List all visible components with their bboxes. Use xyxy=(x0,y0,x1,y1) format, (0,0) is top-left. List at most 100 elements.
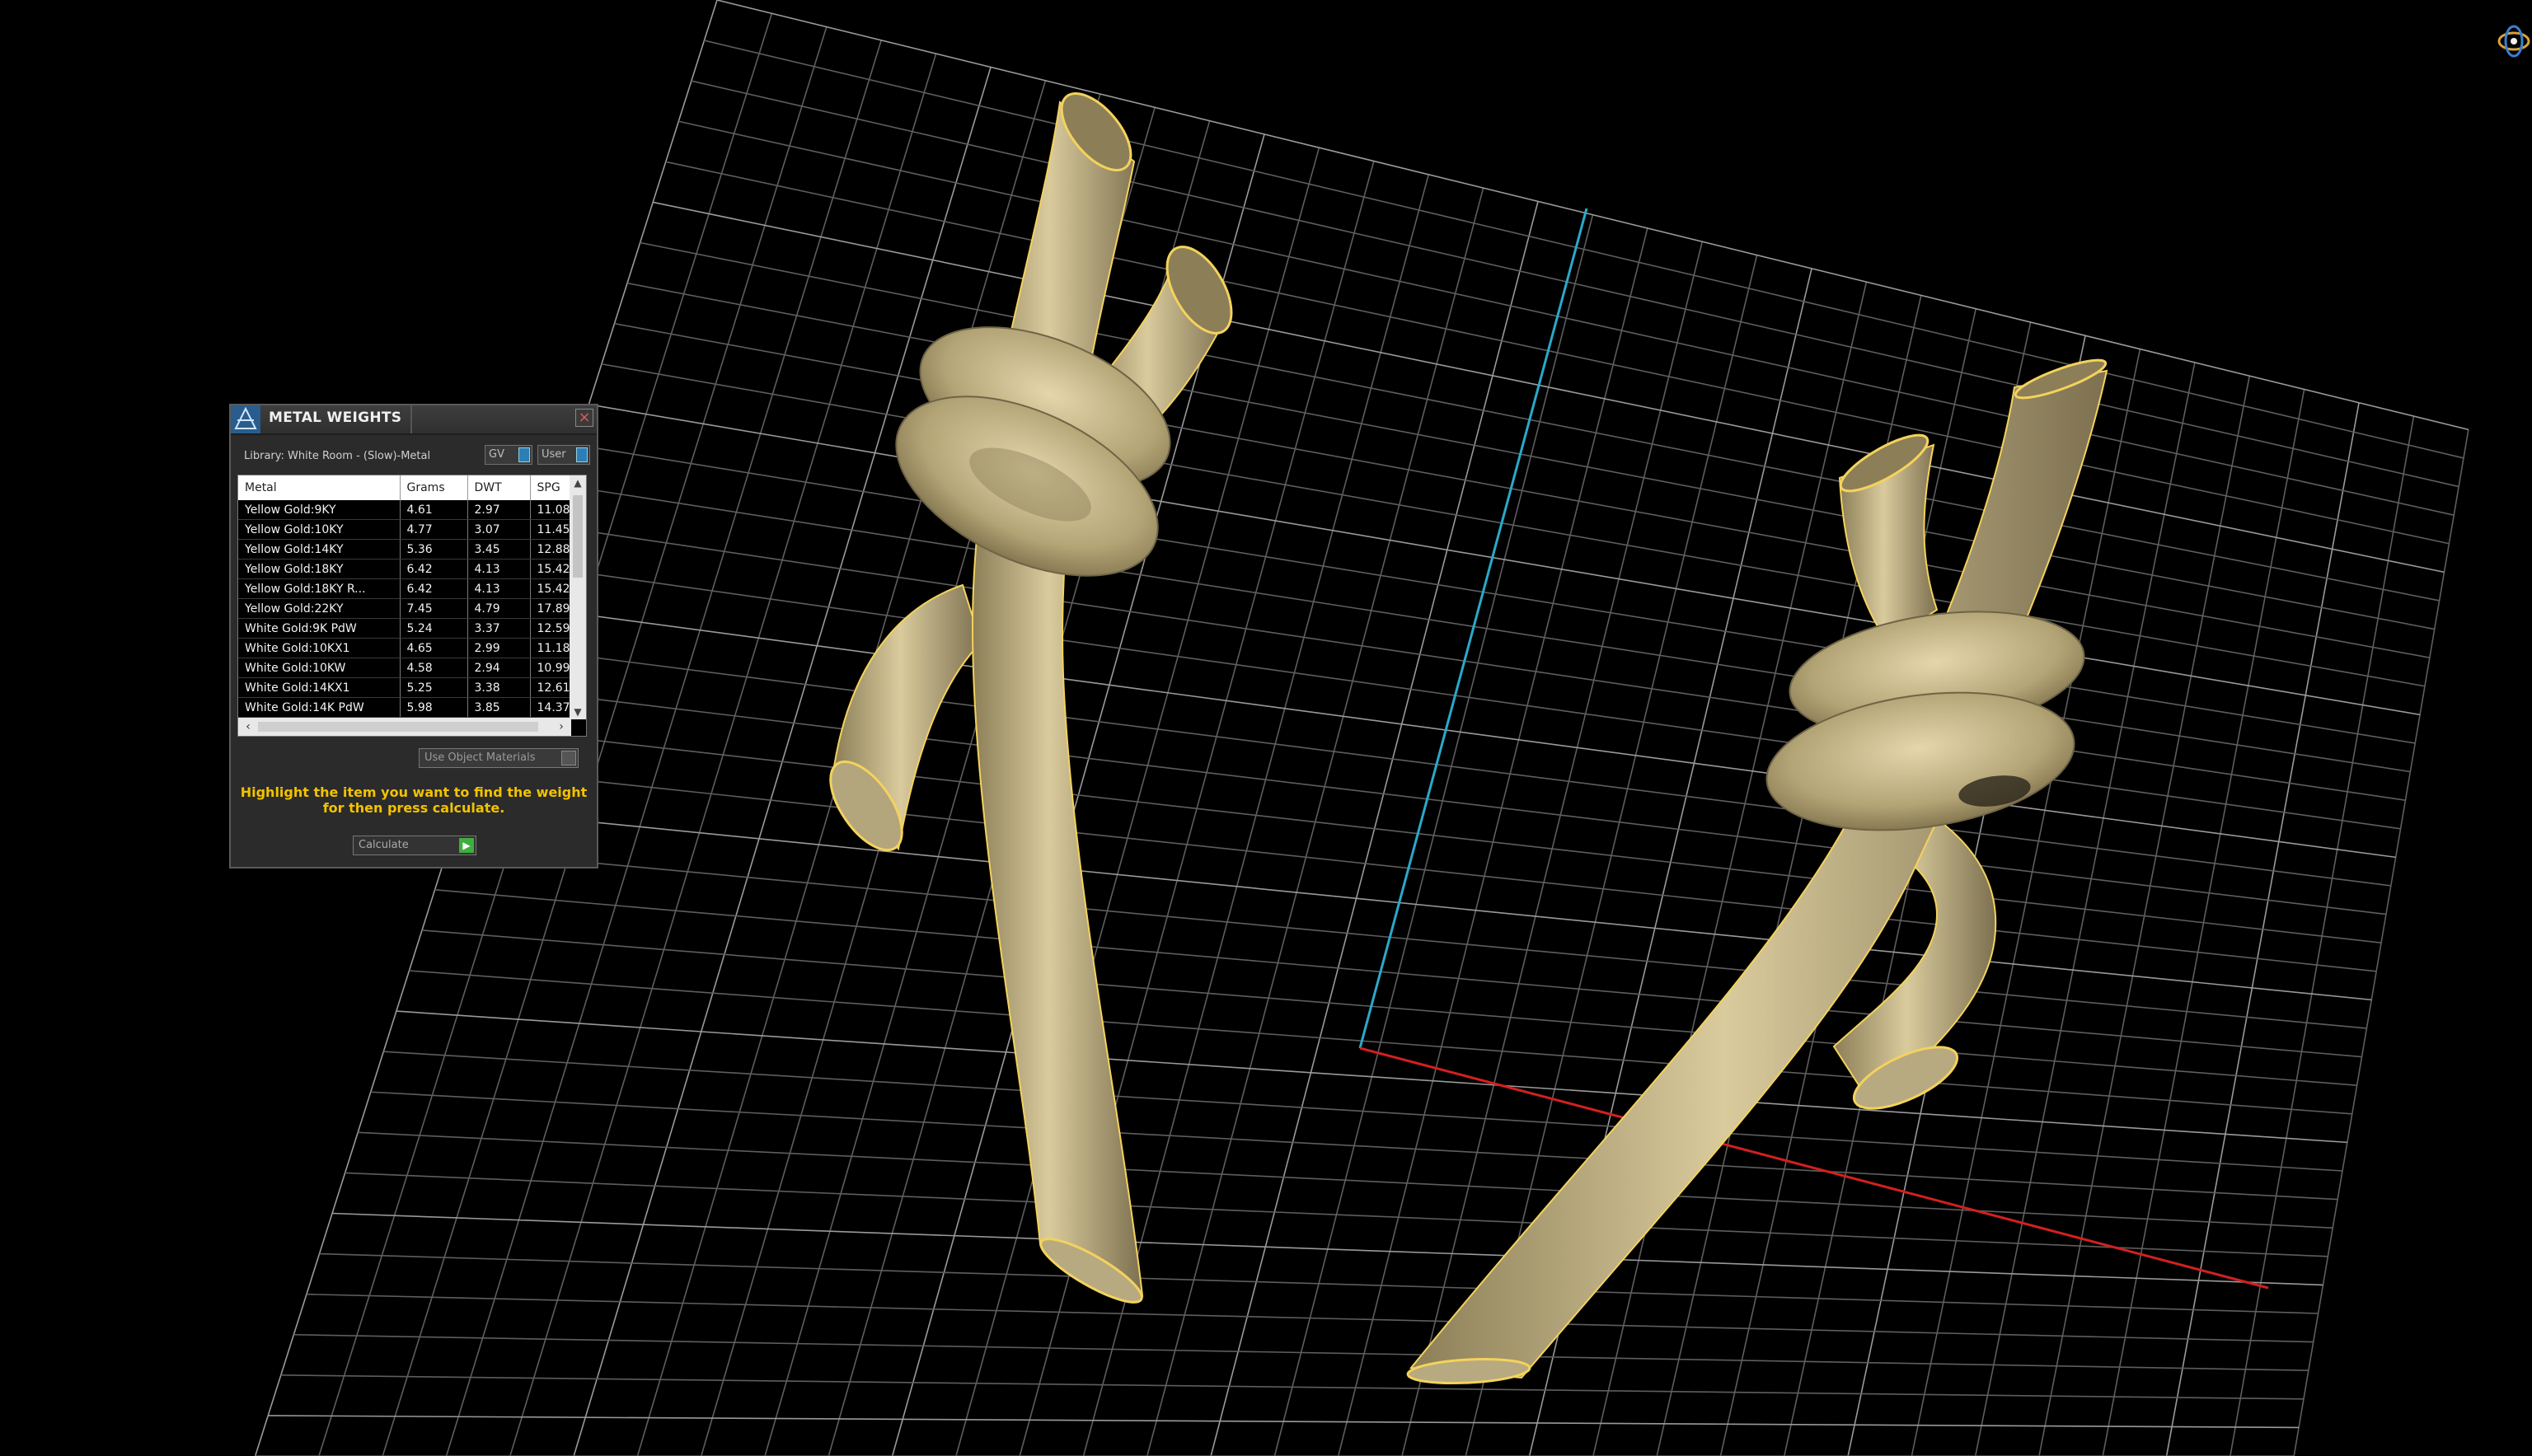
right-knot-model[interactable] xyxy=(1406,353,2108,1386)
cell-dwt: 2.97 xyxy=(467,500,531,520)
calculate-label: Calculate xyxy=(359,839,409,851)
view-gizmo-icon[interactable] xyxy=(2496,23,2532,59)
cell-grams: 4.77 xyxy=(400,519,468,540)
table-row[interactable]: Yellow Gold:22KY 7.45 4.79 17.89 xyxy=(238,598,571,619)
chevron-down-icon[interactable]: ▼ xyxy=(570,705,586,719)
table-row[interactable]: White Gold:10KW 4.58 2.94 10.99 xyxy=(238,658,571,678)
grid-line xyxy=(409,970,2352,1115)
cell-metal: White Gold:9K PdW xyxy=(238,618,401,639)
cell-metal: Yellow Gold:18KY R... xyxy=(238,578,401,599)
grid-line xyxy=(537,565,2401,830)
cell-spg: 10.99 xyxy=(530,658,571,678)
user-toggle-label: User xyxy=(542,448,566,461)
metal-table-container[interactable]: Metal Grams DWT SPG Yellow Gold:9KY 4.61 2… xyxy=(237,475,587,737)
column-header-spg[interactable]: SPG xyxy=(530,475,571,500)
cell-spg: 12.59 xyxy=(530,618,571,639)
cell-metal: Yellow Gold:14KY xyxy=(238,539,401,559)
table-row[interactable]: Yellow Gold:18KY R... 6.42 4.13 15.42 xyxy=(238,578,571,599)
cell-grams: 4.58 xyxy=(400,658,468,678)
grid-line xyxy=(293,1333,2309,1371)
table-row[interactable]: White Gold:14K PdW 5.98 3.85 14.37 xyxy=(238,697,571,718)
grid-line xyxy=(345,1172,2328,1257)
user-toggle[interactable]: User xyxy=(537,445,590,465)
grid-line xyxy=(601,363,2426,687)
grid-line xyxy=(614,322,2430,658)
table-row[interactable]: White Gold:14KX1 5.25 3.38 12.61 xyxy=(238,677,571,698)
gv-toggle[interactable]: GV xyxy=(485,445,532,465)
cell-metal: Yellow Gold:10KY xyxy=(238,519,401,540)
left-knot-model[interactable] xyxy=(817,82,1245,1312)
grid-line xyxy=(485,727,2382,943)
calculate-button[interactable]: Calculate ▶ xyxy=(353,836,476,855)
use-object-materials-toggle[interactable]: Use Object Materials xyxy=(419,748,579,768)
instructions-line-2: for then press calculate. xyxy=(322,800,505,816)
table-row[interactable]: Yellow Gold:18KY 6.42 4.13 15.42 xyxy=(238,559,571,579)
column-header-grams[interactable]: Grams xyxy=(400,475,468,500)
cell-spg: 12.88 xyxy=(530,539,571,559)
cell-spg: 12.61 xyxy=(530,677,571,698)
panel-titlebar[interactable]: METAL WEIGHTS × xyxy=(231,405,597,435)
column-header-dwt[interactable]: DWT xyxy=(467,475,531,500)
chevron-up-icon[interactable]: ▲ xyxy=(570,475,586,490)
horizontal-scrollbar[interactable]: ‹ › xyxy=(238,718,571,736)
panel-title: METAL WEIGHTS xyxy=(269,410,402,426)
cell-dwt: 3.38 xyxy=(467,677,531,698)
play-icon[interactable]: ▶ xyxy=(459,838,474,853)
cell-grams: 5.24 xyxy=(400,618,468,639)
cell-dwt: 4.13 xyxy=(467,578,531,599)
cell-metal: White Gold:14K PdW xyxy=(238,697,401,718)
cell-spg: 17.89 xyxy=(530,598,571,619)
table-row[interactable]: Yellow Gold:14KY 5.36 3.45 12.88 xyxy=(238,539,571,559)
scrollbar-thumb[interactable] xyxy=(258,722,538,732)
metal-weights-panel[interactable]: METAL WEIGHTS × Library: White Room - (S… xyxy=(229,404,598,868)
instructions-line-1: Highlight the item you want to find the … xyxy=(240,784,588,800)
cell-dwt: 3.07 xyxy=(467,519,531,540)
vertical-scrollbar[interactable]: ▲ ▼ xyxy=(570,475,586,719)
cell-dwt: 3.37 xyxy=(467,618,531,639)
toggle-knob-icon xyxy=(576,447,588,462)
cell-spg: 11.08 xyxy=(530,500,571,520)
table-row[interactable]: Yellow Gold:9KY 4.61 2.97 11.08 xyxy=(238,500,571,520)
cell-grams: 5.25 xyxy=(400,677,468,698)
grid-line xyxy=(280,1374,2304,1400)
chevron-right-icon[interactable]: › xyxy=(553,718,570,736)
grid-line xyxy=(653,201,2445,574)
3d-viewport[interactable]: METAL WEIGHTS × Library: White Room - (S… xyxy=(0,0,2532,1456)
chevron-left-icon[interactable]: ‹ xyxy=(240,718,256,736)
grid-line xyxy=(370,1091,2338,1201)
cell-dwt: 3.45 xyxy=(467,539,531,559)
close-icon[interactable]: × xyxy=(575,409,593,427)
cell-metal: Yellow Gold:9KY xyxy=(238,500,401,520)
grid-line xyxy=(421,929,2357,1086)
grid-line xyxy=(524,606,2396,859)
titlebar-tab-area xyxy=(410,405,643,433)
grid-line xyxy=(268,1415,2300,1429)
cell-dwt: 2.94 xyxy=(467,658,531,678)
cell-spg: 15.42 xyxy=(530,559,571,579)
use-object-materials-label: Use Object Materials xyxy=(424,751,536,764)
table-row[interactable]: White Gold:10KX1 4.65 2.99 11.18 xyxy=(238,638,571,658)
cell-spg: 11.45 xyxy=(530,519,571,540)
instructions-text: Highlight the item you want to find the … xyxy=(239,784,588,816)
metal-table-viewport[interactable]: Metal Grams DWT SPG Yellow Gold:9KY 4.61 2… xyxy=(238,475,571,719)
grid-line xyxy=(550,525,2406,801)
column-header-metal[interactable]: Metal xyxy=(238,475,401,500)
metal-table[interactable]: Metal Grams DWT SPG Yellow Gold:9KY 4.61 2… xyxy=(238,475,571,718)
cell-metal: White Gold:14KX1 xyxy=(238,677,401,698)
table-row[interactable]: White Gold:9K PdW 5.24 3.37 12.59 xyxy=(238,618,571,639)
cell-dwt: 4.79 xyxy=(467,598,531,619)
cell-grams: 6.42 xyxy=(400,559,468,579)
cell-grams: 6.42 xyxy=(400,578,468,599)
scrollbar-thumb[interactable] xyxy=(573,495,583,578)
cell-spg: 15.42 xyxy=(530,578,571,599)
cell-metal: Yellow Gold:18KY xyxy=(238,559,401,579)
grid-line xyxy=(511,646,2391,887)
cell-grams: 5.36 xyxy=(400,539,468,559)
cell-dwt: 2.99 xyxy=(467,638,531,658)
cell-spg: 14.37 xyxy=(530,697,571,718)
grid-line xyxy=(306,1293,2314,1343)
cell-grams: 7.45 xyxy=(400,598,468,619)
grid-line xyxy=(358,1131,2333,1229)
cell-grams: 4.61 xyxy=(400,500,468,520)
table-row[interactable]: Yellow Gold:10KY 4.77 3.07 11.45 xyxy=(238,519,571,540)
